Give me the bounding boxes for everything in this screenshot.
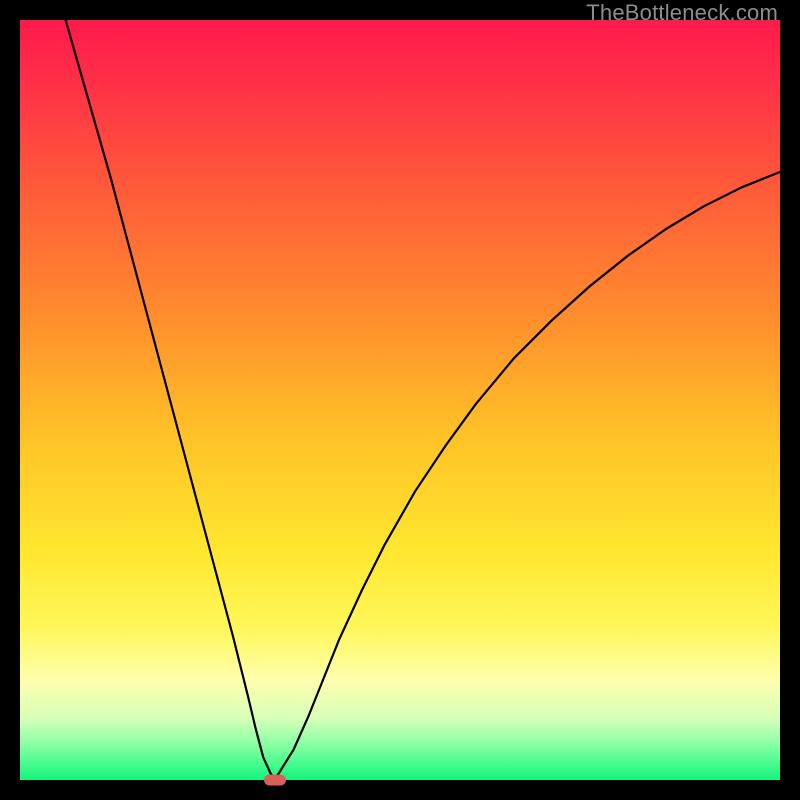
watermark-text: TheBottleneck.com <box>586 0 778 26</box>
optimal-point-marker <box>264 775 286 786</box>
chart-frame <box>20 20 780 780</box>
gradient-background <box>20 20 780 780</box>
bottleneck-chart <box>20 20 780 780</box>
